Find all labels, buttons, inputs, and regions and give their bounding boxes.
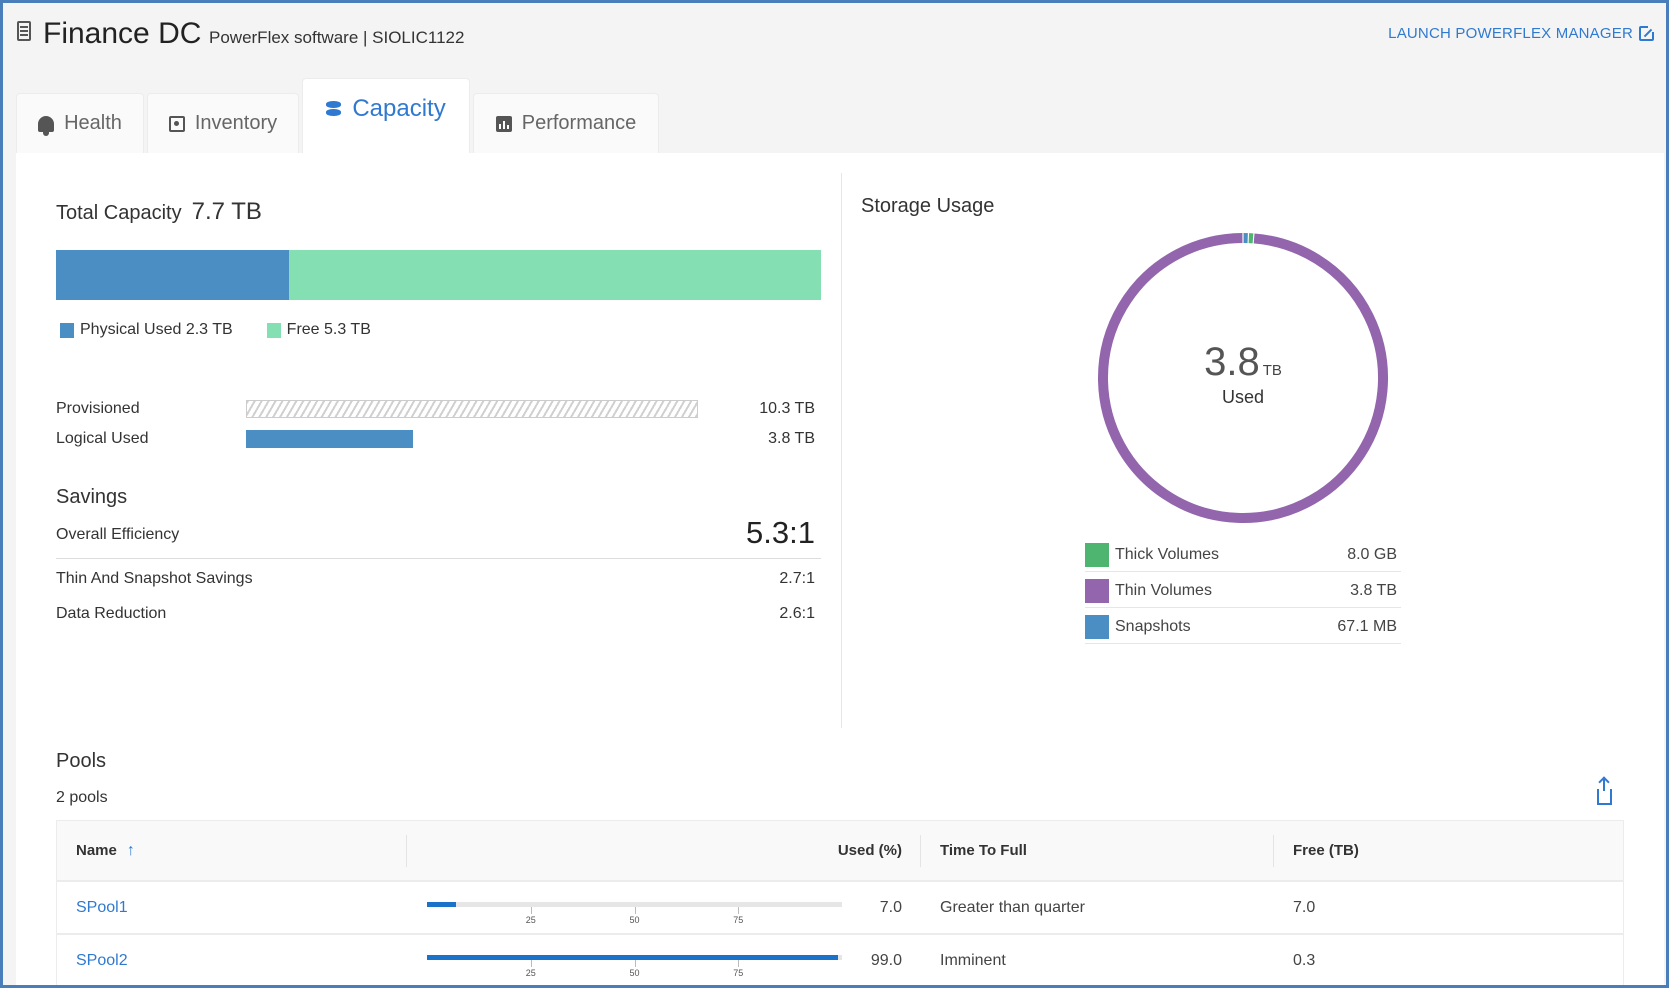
table-row[interactable]: SPool1 25 50 75 7.0 Greater than quarter 7… <box>57 882 1623 935</box>
tab-capacity[interactable]: Capacity <box>302 78 470 154</box>
legend-swatch <box>60 322 74 338</box>
legend-swatch <box>266 322 281 338</box>
logical-used-label: Logical Used <box>56 430 149 447</box>
axis-tick <box>530 907 532 914</box>
donut-center: 3.8 TB Used <box>1123 340 1363 408</box>
bell-icon <box>38 115 55 136</box>
total-capacity-value: 7.7 TB <box>191 198 262 225</box>
column-header-name[interactable]: Name ↑ <box>76 821 135 880</box>
app-frame: Finance DC PowerFlex software | SIOLIC11… <box>0 0 1669 988</box>
savings-divider <box>56 558 821 559</box>
page-title: Finance DC <box>43 17 202 50</box>
tab-label: Inventory <box>194 112 278 134</box>
storage-legend-thick: Thick Volumes 8.0 GB <box>1085 538 1401 572</box>
pools-count: 2 pools <box>56 789 108 806</box>
time-to-full-value: Greater than quarter <box>940 898 1085 916</box>
export-icon[interactable] <box>1597 779 1612 805</box>
legend-label: Physical Used 2.3 TB <box>80 321 233 338</box>
legend-swatch <box>1085 614 1109 639</box>
axis-tick-label: 25 <box>525 915 536 925</box>
legend-value: 3.8 TB <box>1350 581 1397 599</box>
axis-tick <box>738 907 740 914</box>
data-reduction-value: 2.6:1 <box>779 605 815 622</box>
provisioned-value: 10.3 TB <box>759 400 815 417</box>
server-icon <box>17 21 31 41</box>
axis-tick <box>634 907 636 914</box>
legend-value: 67.1 MB <box>1337 617 1397 635</box>
physical-used-segment <box>56 250 290 300</box>
legend-physical-used: Physical Used 2.3 TB <box>60 321 233 339</box>
provisioned-bar <box>246 400 698 418</box>
database-icon <box>326 101 342 117</box>
storage-usage-heading: Storage Usage <box>861 195 995 217</box>
donut-unit: TB <box>1262 362 1282 379</box>
legend-swatch <box>1085 578 1109 603</box>
donut-label: Used <box>1221 387 1265 407</box>
chart-icon <box>495 115 512 132</box>
external-link-icon <box>1639 25 1655 41</box>
tab-health[interactable]: Health <box>16 93 144 153</box>
overall-efficiency-value: 5.3:1 <box>746 515 815 550</box>
overall-efficiency-label: Overall Efficiency <box>56 526 180 543</box>
launch-powerflex-manager-link[interactable]: LAUNCH POWERFLEX MANAGER <box>1388 25 1655 42</box>
axis-tick <box>634 960 636 967</box>
tab-label: Health <box>64 112 122 134</box>
axis-tick <box>738 960 740 967</box>
savings-heading: Savings <box>56 486 128 508</box>
launch-label: LAUNCH POWERFLEX MANAGER <box>1388 25 1633 42</box>
table-row[interactable]: SPool2 25 50 75 99.0 Imminent 0.3 <box>57 935 1623 985</box>
thin-snapshot-savings-value: 2.7:1 <box>779 570 815 587</box>
axis-tick-label: 75 <box>733 968 744 978</box>
legend-label: Thick Volumes <box>1115 545 1220 563</box>
total-capacity-bar <box>56 250 821 300</box>
donut-value: 3.8 <box>1204 340 1260 384</box>
axis-tick-label: 25 <box>525 968 536 978</box>
free-value: 7.0 <box>1293 898 1316 916</box>
storage-legend-thin: Thin Volumes 3.8 TB <box>1085 574 1401 608</box>
column-header-free[interactable]: Free (TB) <box>1293 821 1359 880</box>
total-capacity-label: Total Capacity <box>56 202 182 224</box>
storage-legend-snapshots: Snapshots 67.1 MB <box>1085 610 1401 644</box>
tab-label: Capacity <box>352 95 446 122</box>
legend-free: Free 5.3 TB <box>266 321 371 339</box>
used-percent-fill <box>427 902 457 907</box>
tab-label: Performance <box>521 112 637 134</box>
logical-used-value: 3.8 TB <box>768 430 815 447</box>
logical-used-bar <box>246 430 413 448</box>
pools-table: Name ↑ Used (%) Time To Full Free (TB) S… <box>56 820 1624 985</box>
axis-tick-label: 50 <box>629 915 640 925</box>
tab-performance[interactable]: Performance <box>473 93 659 153</box>
free-value: 0.3 <box>1293 951 1316 969</box>
pool-name-link[interactable]: SPool1 <box>76 899 128 917</box>
axis-tick-label: 75 <box>733 915 744 925</box>
legend-swatch <box>1085 542 1109 567</box>
data-reduction-label: Data Reduction <box>56 605 167 622</box>
tab-inventory[interactable]: Inventory <box>147 93 299 153</box>
legend-label: Thin Volumes <box>1115 581 1212 599</box>
used-percent-value: 7.0 <box>879 898 902 916</box>
column-header-used[interactable]: Used (%) <box>757 821 902 880</box>
sort-ascending-icon: ↑ <box>126 841 135 859</box>
pool-name-link[interactable]: SPool2 <box>76 952 128 970</box>
legend-value: 8.0 GB <box>1347 545 1397 563</box>
legend-label: Snapshots <box>1115 617 1191 635</box>
axis-tick <box>530 960 532 967</box>
used-percent-value: 99.0 <box>870 951 902 969</box>
capacity-legend: Physical Used 2.3 TB Free 5.3 TB <box>60 321 371 339</box>
provisioned-label: Provisioned <box>56 400 140 417</box>
legend-label: Free 5.3 TB <box>286 321 371 338</box>
axis-tick-label: 50 <box>629 968 640 978</box>
total-capacity-heading: Total Capacity 7.7 TB <box>56 198 262 226</box>
column-header-time-to-full[interactable]: Time To Full <box>940 821 1027 880</box>
table-header: Name ↑ Used (%) Time To Full Free (TB) <box>57 821 1623 882</box>
page-subtitle: PowerFlex software | SIOLIC1122 <box>209 28 465 47</box>
free-segment <box>289 250 821 300</box>
pools-heading: Pools <box>56 750 107 772</box>
inventory-icon <box>168 115 185 132</box>
time-to-full-value: Imminent <box>940 951 1006 969</box>
section-divider <box>841 173 842 728</box>
thin-snapshot-savings-label: Thin And Snapshot Savings <box>56 570 253 587</box>
